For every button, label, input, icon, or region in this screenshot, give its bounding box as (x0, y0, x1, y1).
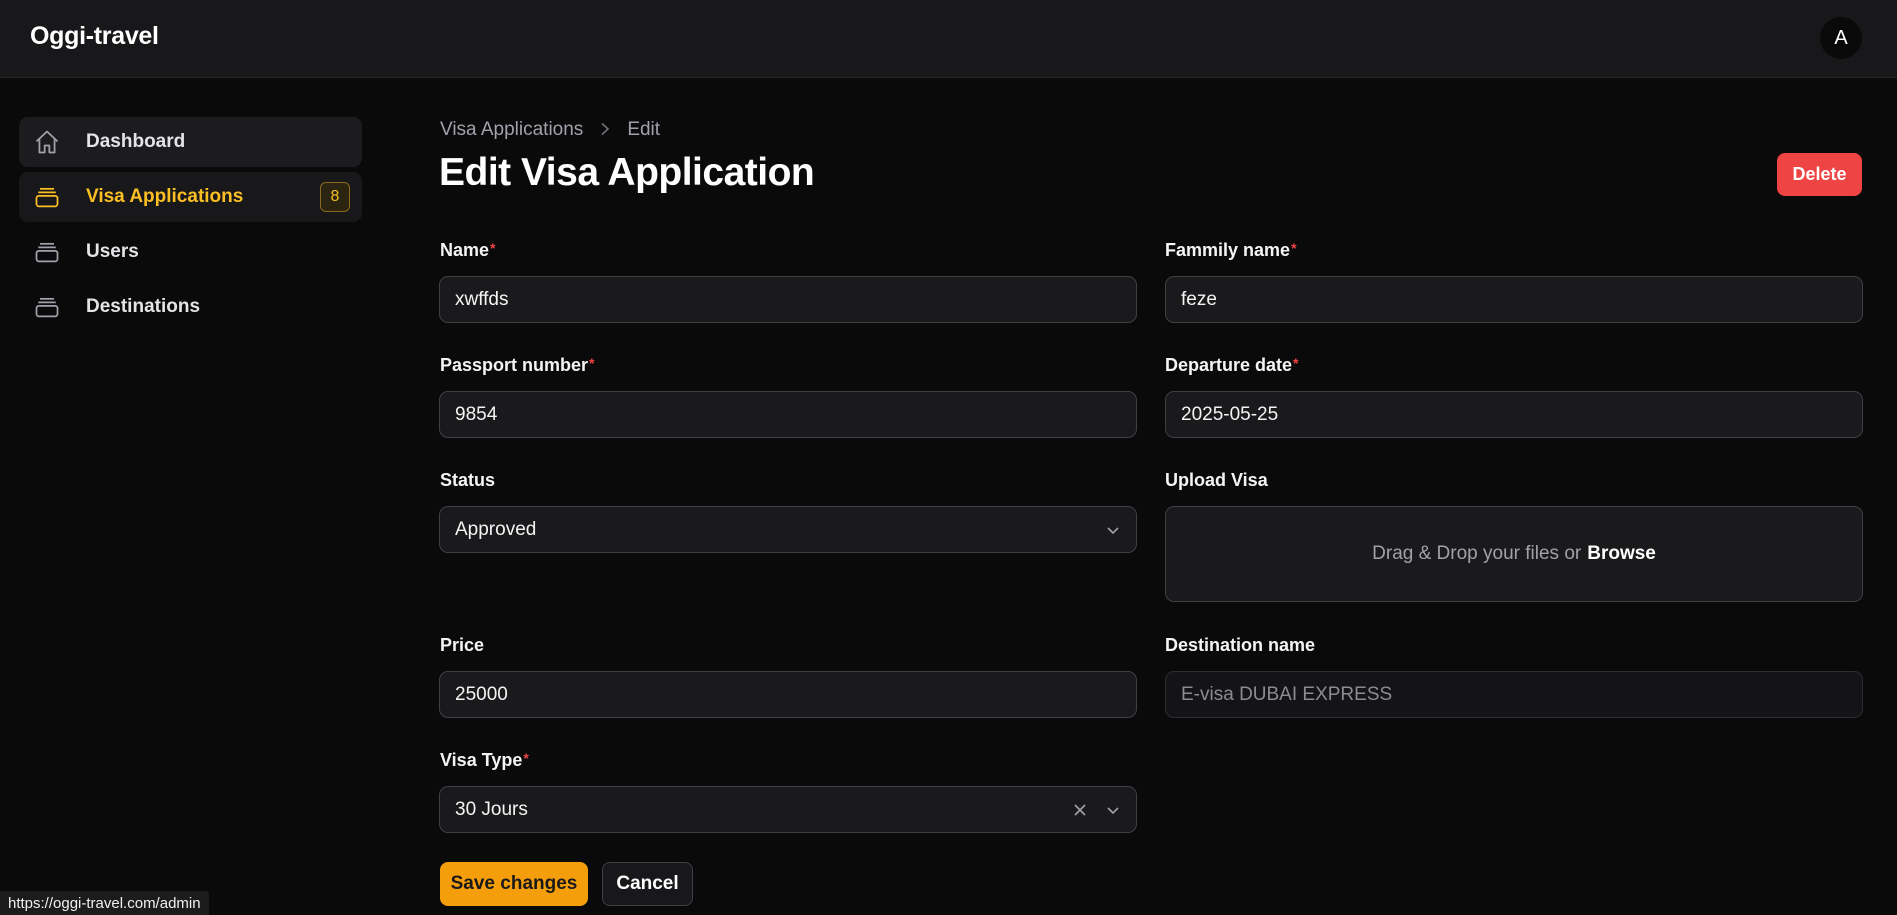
sidebar-item-label: Users (86, 241, 139, 262)
user-avatar[interactable]: A (1820, 17, 1862, 59)
destination-name-input: E-visa DUBAI EXPRESS (1165, 671, 1863, 718)
delete-button[interactable]: Delete (1777, 153, 1862, 196)
required-marker: * (523, 750, 529, 766)
sidebar-item-dashboard[interactable]: Dashboard (19, 117, 362, 167)
sidebar-item-label: Destinations (86, 296, 201, 317)
status-select[interactable]: Approved (439, 506, 1137, 553)
breadcrumb: Visa Applications Edit (440, 119, 660, 141)
stack-icon (32, 292, 62, 322)
departure-date-label: Departure date* (1165, 355, 1299, 376)
chevron-down-icon (1104, 521, 1122, 539)
sidebar-item-label: Dashboard (86, 131, 186, 152)
sidebar-item-label: Visa Applications (86, 186, 244, 207)
breadcrumb-current: Edit (627, 119, 661, 140)
visa-type-label-text: Visa Type (440, 750, 523, 770)
cancel-button[interactable]: Cancel (602, 862, 693, 906)
family-name-label-text: Fammily name (1165, 240, 1291, 260)
name-label-text: Name (440, 240, 490, 260)
name-input[interactable]: xwffds (439, 276, 1137, 323)
required-marker: * (1293, 355, 1299, 371)
page-title: Edit Visa Application (439, 151, 815, 194)
chevron-right-icon (599, 120, 611, 141)
save-changes-button[interactable]: Save changes (440, 862, 588, 906)
status-label: Status (440, 470, 496, 490)
sidebar-item-users[interactable]: Users (19, 227, 362, 277)
required-marker: * (1291, 240, 1297, 256)
breadcrumb-parent-link[interactable]: Visa Applications (440, 119, 583, 141)
passport-number-label: Passport number* (440, 355, 595, 376)
top-bar: Oggi-travel A (0, 0, 1897, 78)
chevron-down-icon (1104, 801, 1122, 819)
sidebar-item-visa-applications[interactable]: Visa Applications 8 (19, 172, 362, 222)
home-icon (32, 127, 62, 157)
visa-type-label: Visa Type* (440, 750, 529, 771)
destination-name-label: Destination name (1165, 635, 1316, 655)
upload-prompt: Drag & Drop your files or (1372, 543, 1582, 564)
count-badge: 8 (320, 182, 350, 212)
sidebar-item-destinations[interactable]: Destinations (19, 282, 362, 332)
status-select-value: Approved (455, 518, 537, 540)
name-label: Name* (440, 240, 495, 261)
departure-date-input[interactable]: 2025-05-25 (1165, 391, 1863, 438)
stack-icon (32, 182, 62, 212)
required-marker: * (589, 355, 595, 371)
required-marker: * (490, 240, 496, 256)
visa-type-select[interactable]: 30 Jours (439, 786, 1137, 833)
departure-date-label-text: Departure date (1165, 355, 1293, 375)
browse-link[interactable]: Browse (1587, 543, 1656, 565)
upload-visa-dropzone[interactable]: Drag & Drop your files or Browse (1165, 506, 1863, 602)
price-label: Price (440, 635, 485, 655)
stack-icon (32, 237, 62, 267)
passport-number-label-text: Passport number (440, 355, 589, 375)
brand-logo[interactable]: Oggi-travel (30, 22, 159, 51)
family-name-label: Fammily name* (1165, 240, 1297, 261)
sidebar: Dashboard Visa Applications 8 Users Dest… (19, 117, 362, 337)
price-input[interactable]: 25000 (439, 671, 1137, 718)
upload-visa-label: Upload Visa (1165, 470, 1268, 490)
status-bar-url: https://oggi-travel.com/admin (0, 891, 209, 915)
passport-number-input[interactable]: 9854 (439, 391, 1137, 438)
visa-type-select-value: 30 Jours (455, 798, 528, 820)
family-name-input[interactable]: feze (1165, 276, 1863, 323)
clear-icon[interactable] (1070, 800, 1090, 820)
